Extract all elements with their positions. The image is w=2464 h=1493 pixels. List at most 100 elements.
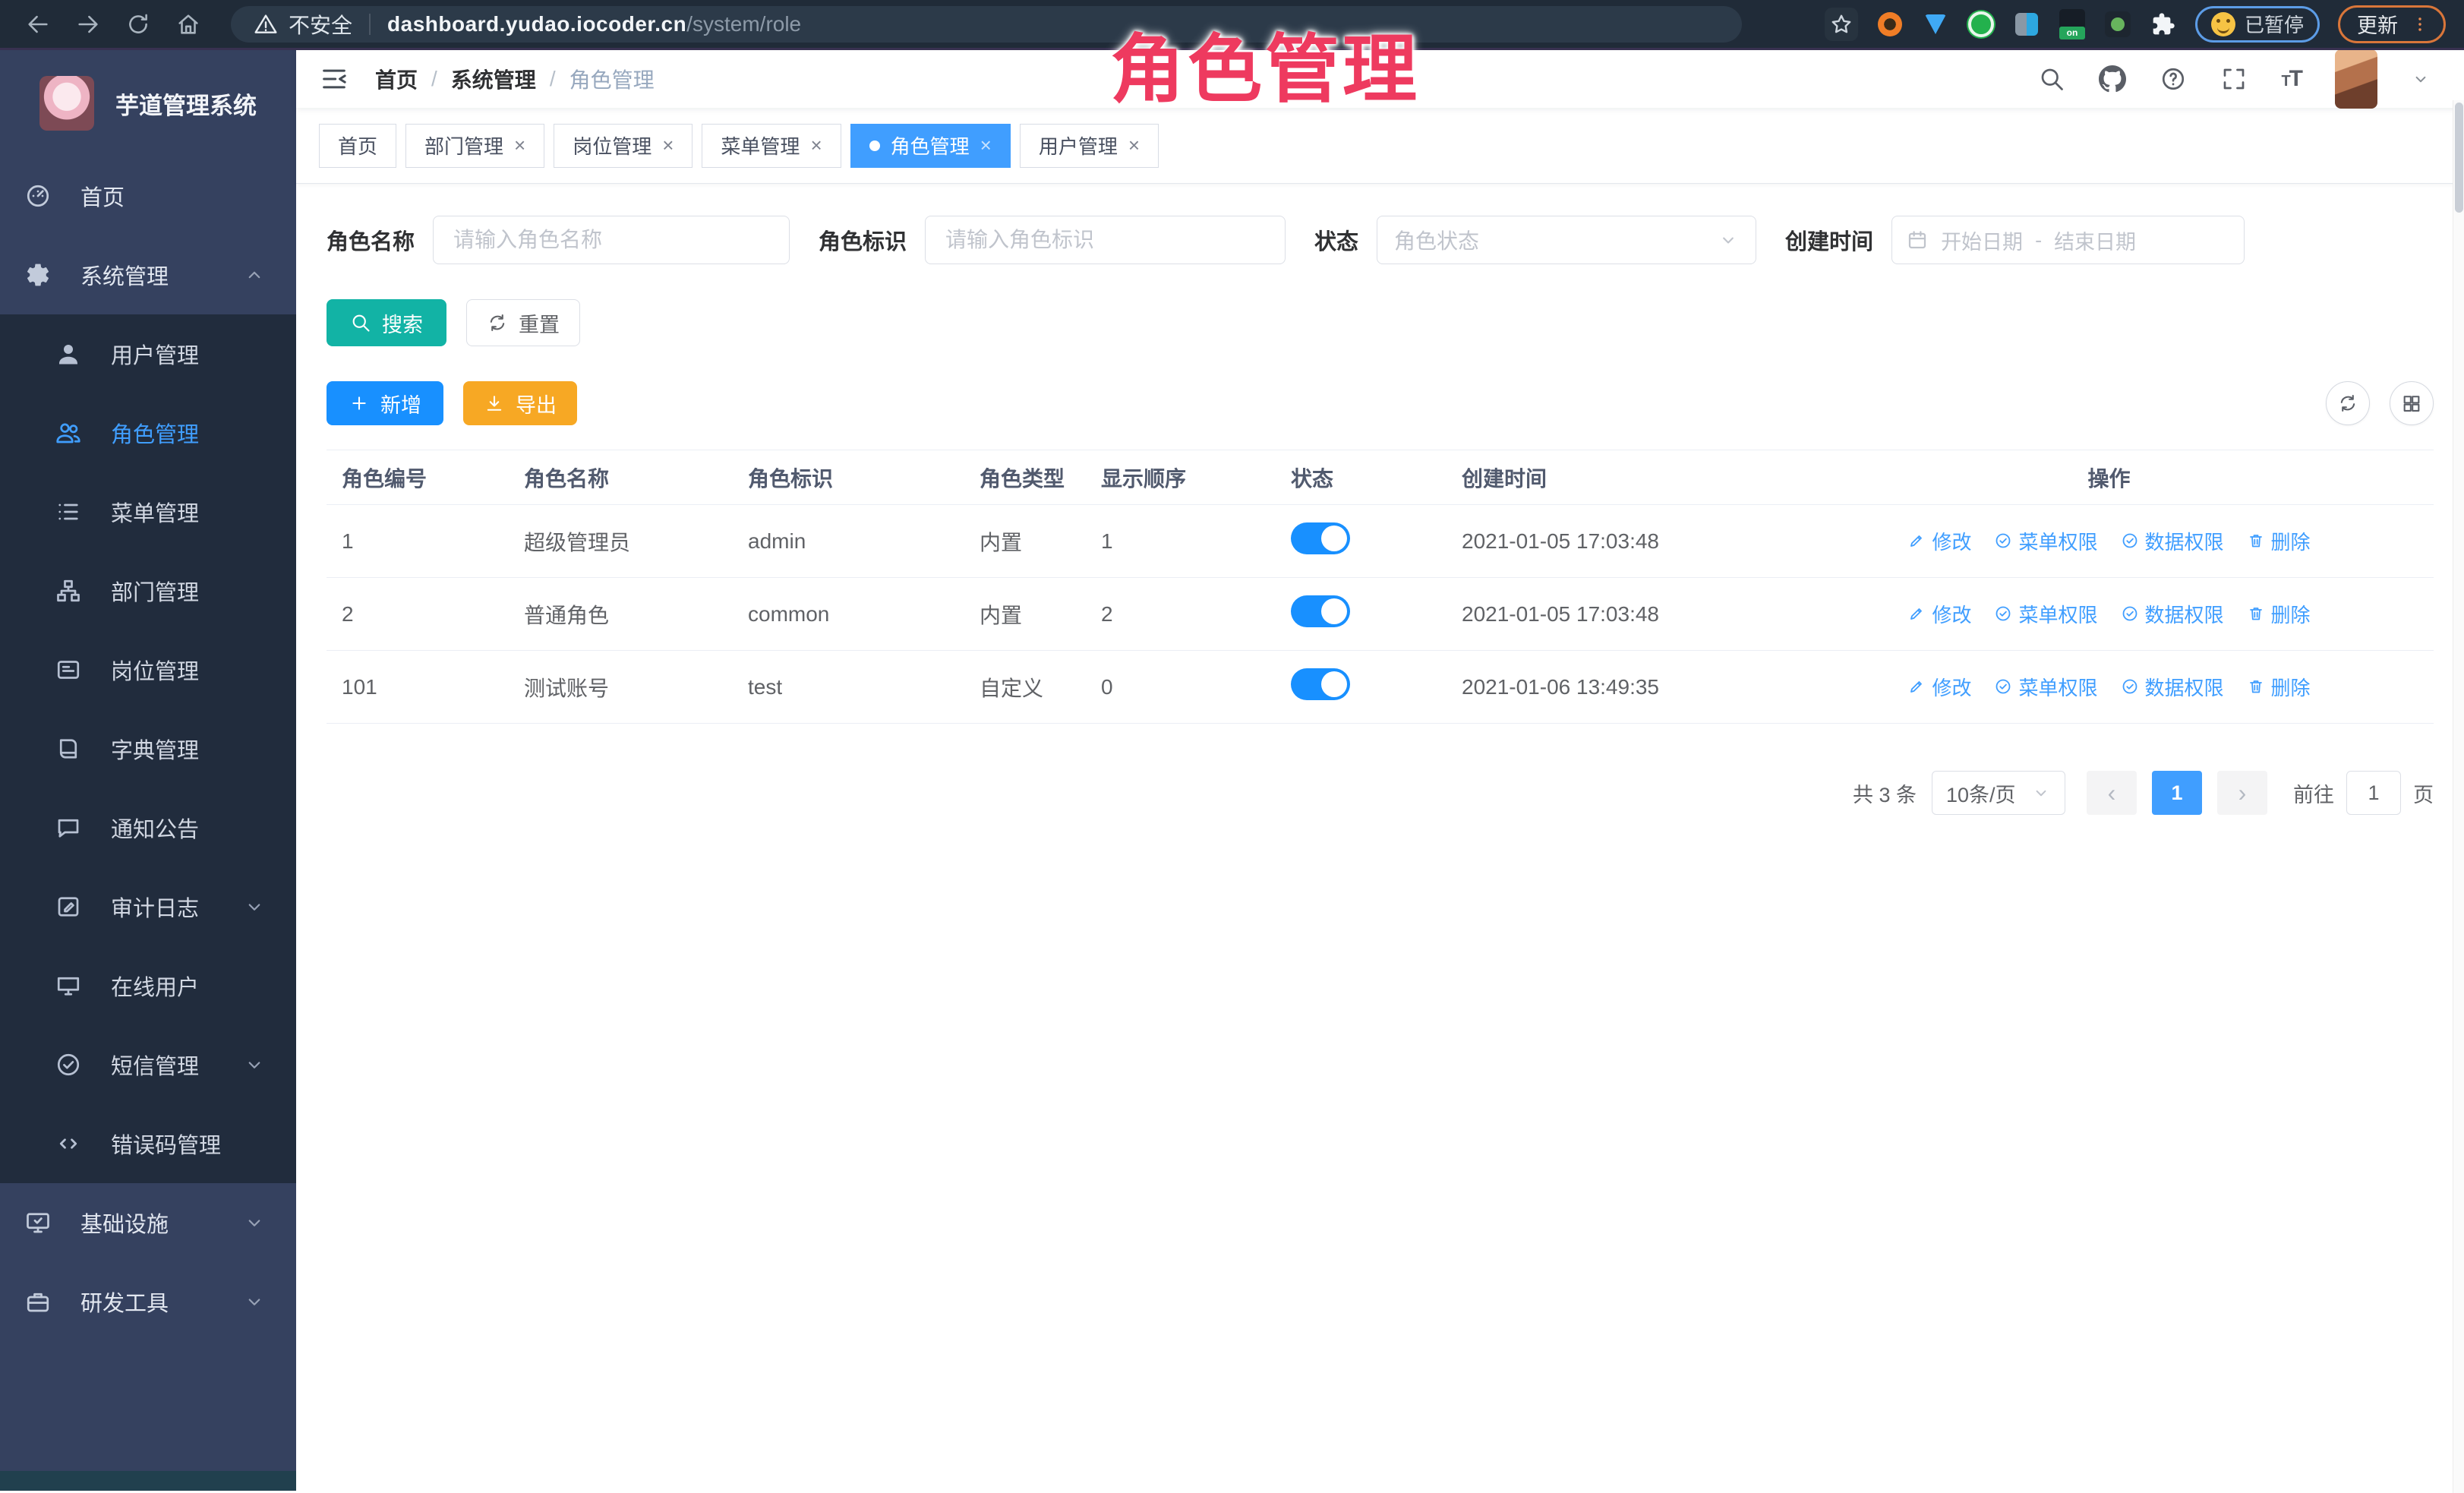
- extension-monkey[interactable]: [2104, 11, 2131, 38]
- menu-permission-link[interactable]: 菜单权限: [1994, 527, 2097, 555]
- cell-role-id: 2: [327, 602, 509, 627]
- sidebar-item-label: 菜单管理: [111, 496, 199, 528]
- export-button[interactable]: 导出: [463, 381, 577, 425]
- delete-link[interactable]: 删除: [2247, 527, 2311, 555]
- refresh-table-button[interactable]: [2326, 381, 2370, 425]
- briefcase-icon: [24, 1288, 52, 1315]
- status-toggle[interactable]: [1291, 595, 1350, 627]
- tab-users[interactable]: 用户管理 ×: [1020, 124, 1159, 168]
- edit-link[interactable]: 修改: [1907, 673, 1971, 701]
- edit-link[interactable]: 修改: [1907, 527, 1971, 555]
- close-icon[interactable]: ×: [514, 134, 525, 157]
- help-icon[interactable]: [2160, 65, 2187, 93]
- sidebar-item-online-users[interactable]: 在线用户: [0, 946, 296, 1025]
- tab-departments[interactable]: 部门管理 ×: [405, 124, 544, 168]
- prev-page-button[interactable]: ‹: [2087, 771, 2137, 815]
- tab-label: 用户管理: [1039, 131, 1118, 159]
- profile-paused-chip[interactable]: 已暂停: [2195, 6, 2320, 43]
- data-permission-link[interactable]: 数据权限: [2121, 673, 2224, 701]
- extension-orange[interactable]: [1876, 11, 1904, 38]
- cell-role-name: 普通角色: [509, 599, 733, 630]
- tab-home[interactable]: 首页: [319, 124, 396, 168]
- goto-page-input[interactable]: [2346, 771, 2401, 815]
- search-icon[interactable]: [2038, 65, 2065, 93]
- sidebar-item-notice[interactable]: 通知公告: [0, 788, 296, 867]
- app-logo-row[interactable]: 芋道管理系统: [0, 50, 296, 156]
- bookmark-star-button[interactable]: [1825, 8, 1858, 41]
- table-row: 1 超级管理员 admin 内置 1 2021-01-05 17:03:48 修…: [327, 505, 2434, 578]
- url-host: dashboard.yudao.iocoder.cn: [387, 12, 686, 36]
- cell-sort: 2: [1086, 602, 1276, 627]
- browser-reload-button[interactable]: [118, 5, 158, 44]
- app-logo: [39, 76, 94, 131]
- sidebar-collapse-button[interactable]: [319, 64, 349, 94]
- tab-menus[interactable]: 菜单管理 ×: [702, 124, 841, 168]
- browser-forward-button[interactable]: [68, 5, 108, 44]
- delete-link[interactable]: 删除: [2247, 600, 2311, 628]
- column-settings-button[interactable]: [2390, 381, 2434, 425]
- delete-link[interactable]: 删除: [2247, 673, 2311, 701]
- status-toggle[interactable]: [1291, 522, 1350, 554]
- date-range-picker[interactable]: 开始日期 - 结束日期: [1891, 216, 2245, 264]
- extensions-menu-button[interactable]: [2150, 11, 2177, 38]
- tab-roles[interactable]: 角色管理 ×: [850, 124, 1011, 168]
- avatar-caret-icon[interactable]: [2411, 69, 2431, 89]
- close-icon[interactable]: ×: [810, 134, 822, 157]
- next-page-button[interactable]: ›: [2217, 771, 2267, 815]
- sidebar-item-roles[interactable]: 角色管理: [0, 393, 296, 472]
- data-permission-link[interactable]: 数据权限: [2121, 527, 2224, 555]
- sidebar-item-posts[interactable]: 岗位管理: [0, 630, 296, 709]
- sidebar-item-infrastructure[interactable]: 基础设施: [0, 1183, 296, 1262]
- update-label: 更新: [2357, 9, 2398, 39]
- extension-duotone[interactable]: [2013, 11, 2040, 38]
- row-actions: 修改 菜单权限 数据权限 删除: [1907, 527, 2310, 555]
- close-icon[interactable]: ×: [1128, 134, 1140, 157]
- duotone-icon: [2015, 13, 2038, 36]
- browser-back-button[interactable]: [18, 5, 58, 44]
- github-icon[interactable]: [2099, 65, 2126, 93]
- sidebar-item-dict[interactable]: 字典管理: [0, 709, 296, 788]
- scrollbar-thumb[interactable]: [2455, 103, 2463, 213]
- extension-switch-on[interactable]: on: [2059, 11, 2086, 38]
- font-size-icon[interactable]: TT: [2281, 66, 2302, 92]
- sidebar-item-menus[interactable]: 菜单管理: [0, 472, 296, 551]
- status-select[interactable]: 角色状态: [1377, 216, 1756, 264]
- sidebar-item-users[interactable]: 用户管理: [0, 314, 296, 393]
- reload-icon: [125, 11, 151, 37]
- breadcrumb-system[interactable]: 系统管理: [451, 64, 536, 94]
- role-key-input[interactable]: [925, 216, 1286, 264]
- data-permission-link[interactable]: 数据权限: [2121, 600, 2224, 628]
- sidebar-item-departments[interactable]: 部门管理: [0, 551, 296, 630]
- sidebar-item-system[interactable]: 系统管理: [0, 235, 296, 314]
- role-name-input[interactable]: [433, 216, 790, 264]
- extension-green-circle[interactable]: [1967, 11, 1995, 38]
- search-button[interactable]: 搜索: [327, 299, 446, 346]
- page-number-1[interactable]: 1: [2152, 771, 2202, 815]
- tab-posts[interactable]: 岗位管理 ×: [554, 124, 693, 168]
- sidebar-item-home[interactable]: 首页: [0, 156, 296, 235]
- sidebar-item-error-codes[interactable]: 错误码管理: [0, 1104, 296, 1183]
- breadcrumb-current: 角色管理: [569, 64, 655, 94]
- edit-link[interactable]: 修改: [1907, 600, 1971, 628]
- status-toggle[interactable]: [1291, 668, 1350, 700]
- browser-update-button[interactable]: 更新: [2338, 5, 2446, 43]
- sidebar-item-dev-tools[interactable]: 研发工具: [0, 1262, 296, 1341]
- sidebar-item-audit-log[interactable]: 审计日志: [0, 867, 296, 946]
- address-bar[interactable]: 不安全 dashboard.yudao.iocoder.cn /system/r…: [231, 6, 1742, 43]
- menu-permission-link[interactable]: 菜单权限: [1994, 673, 2097, 701]
- user-avatar[interactable]: [2335, 49, 2377, 109]
- close-icon[interactable]: ×: [662, 134, 674, 157]
- kebab-menu-icon[interactable]: [2410, 13, 2430, 36]
- page-size-select[interactable]: 10条/页: [1932, 771, 2065, 815]
- reset-button[interactable]: 重置: [466, 299, 580, 346]
- sidebar-item-sms[interactable]: 短信管理: [0, 1025, 296, 1104]
- menu-permission-link[interactable]: 菜单权限: [1994, 600, 2097, 628]
- orange-target-icon: [1878, 12, 1902, 36]
- fullscreen-icon[interactable]: [2220, 65, 2248, 93]
- breadcrumb-home[interactable]: 首页: [375, 64, 418, 94]
- close-icon[interactable]: ×: [980, 134, 992, 157]
- browser-home-button[interactable]: [169, 5, 208, 44]
- add-button[interactable]: 新增: [327, 381, 443, 425]
- extension-blue-drop[interactable]: [1922, 11, 1949, 38]
- toggle-knob: [1321, 598, 1347, 624]
